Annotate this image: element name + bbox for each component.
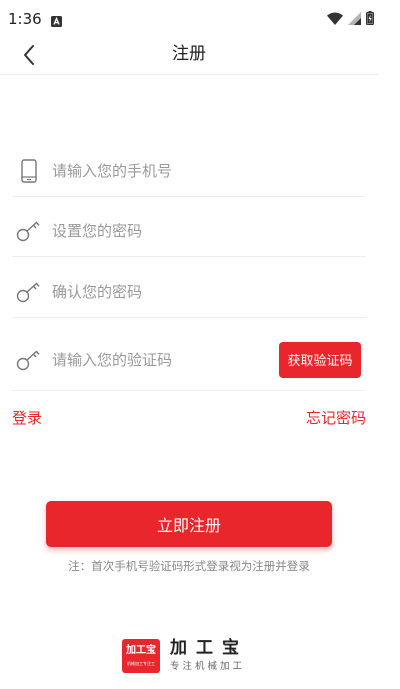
brand-logo-text: 加工宝 bbox=[126, 645, 156, 656]
a-icon bbox=[51, 12, 62, 31]
status-right-group bbox=[327, 10, 375, 29]
brand-footer: 加工宝 机械加工专注工 加工宝 专注机械加工 bbox=[122, 637, 248, 675]
wifi-icon bbox=[327, 10, 343, 29]
register-note: 注：首次手机号验证码形式登录视为注册并登录 bbox=[68, 559, 310, 573]
signal-icon bbox=[348, 10, 361, 29]
register-button[interactable]: 立即注册 bbox=[46, 501, 332, 547]
page-title: 注册 bbox=[172, 44, 206, 64]
brand-logo: 加工宝 机械加工专注工 bbox=[122, 639, 160, 673]
phone-input[interactable] bbox=[52, 158, 272, 184]
brand-logo-subtext: 机械加工专注工 bbox=[127, 661, 155, 666]
status-time: 1:36 bbox=[8, 10, 42, 28]
key-icon bbox=[16, 279, 42, 305]
nav-bar: 注册 bbox=[0, 36, 378, 75]
confirm-password-row bbox=[12, 266, 366, 318]
brand-slogan: 专注机械加工 bbox=[170, 661, 246, 672]
password-row bbox=[12, 205, 366, 257]
password-input[interactable] bbox=[52, 217, 272, 244]
verification-code-input[interactable] bbox=[52, 346, 272, 373]
login-link[interactable]: 登录 bbox=[12, 408, 42, 428]
phone-row bbox=[12, 146, 366, 197]
phone-icon bbox=[16, 158, 42, 184]
brand-name: 加工宝 bbox=[170, 638, 248, 658]
forgot-password-link[interactable]: 忘记密码 bbox=[306, 408, 366, 428]
key-icon bbox=[16, 347, 42, 373]
key-icon bbox=[16, 218, 42, 244]
battery-charging-icon bbox=[366, 10, 375, 29]
get-code-button[interactable]: 获取验证码 bbox=[279, 341, 361, 378]
verification-code-row: 获取验证码 bbox=[12, 329, 366, 391]
confirm-password-input[interactable] bbox=[52, 278, 272, 305]
brand-text: 加工宝 专注机械加工 bbox=[170, 638, 248, 674]
status-bar: 1:36 bbox=[0, 0, 400, 36]
